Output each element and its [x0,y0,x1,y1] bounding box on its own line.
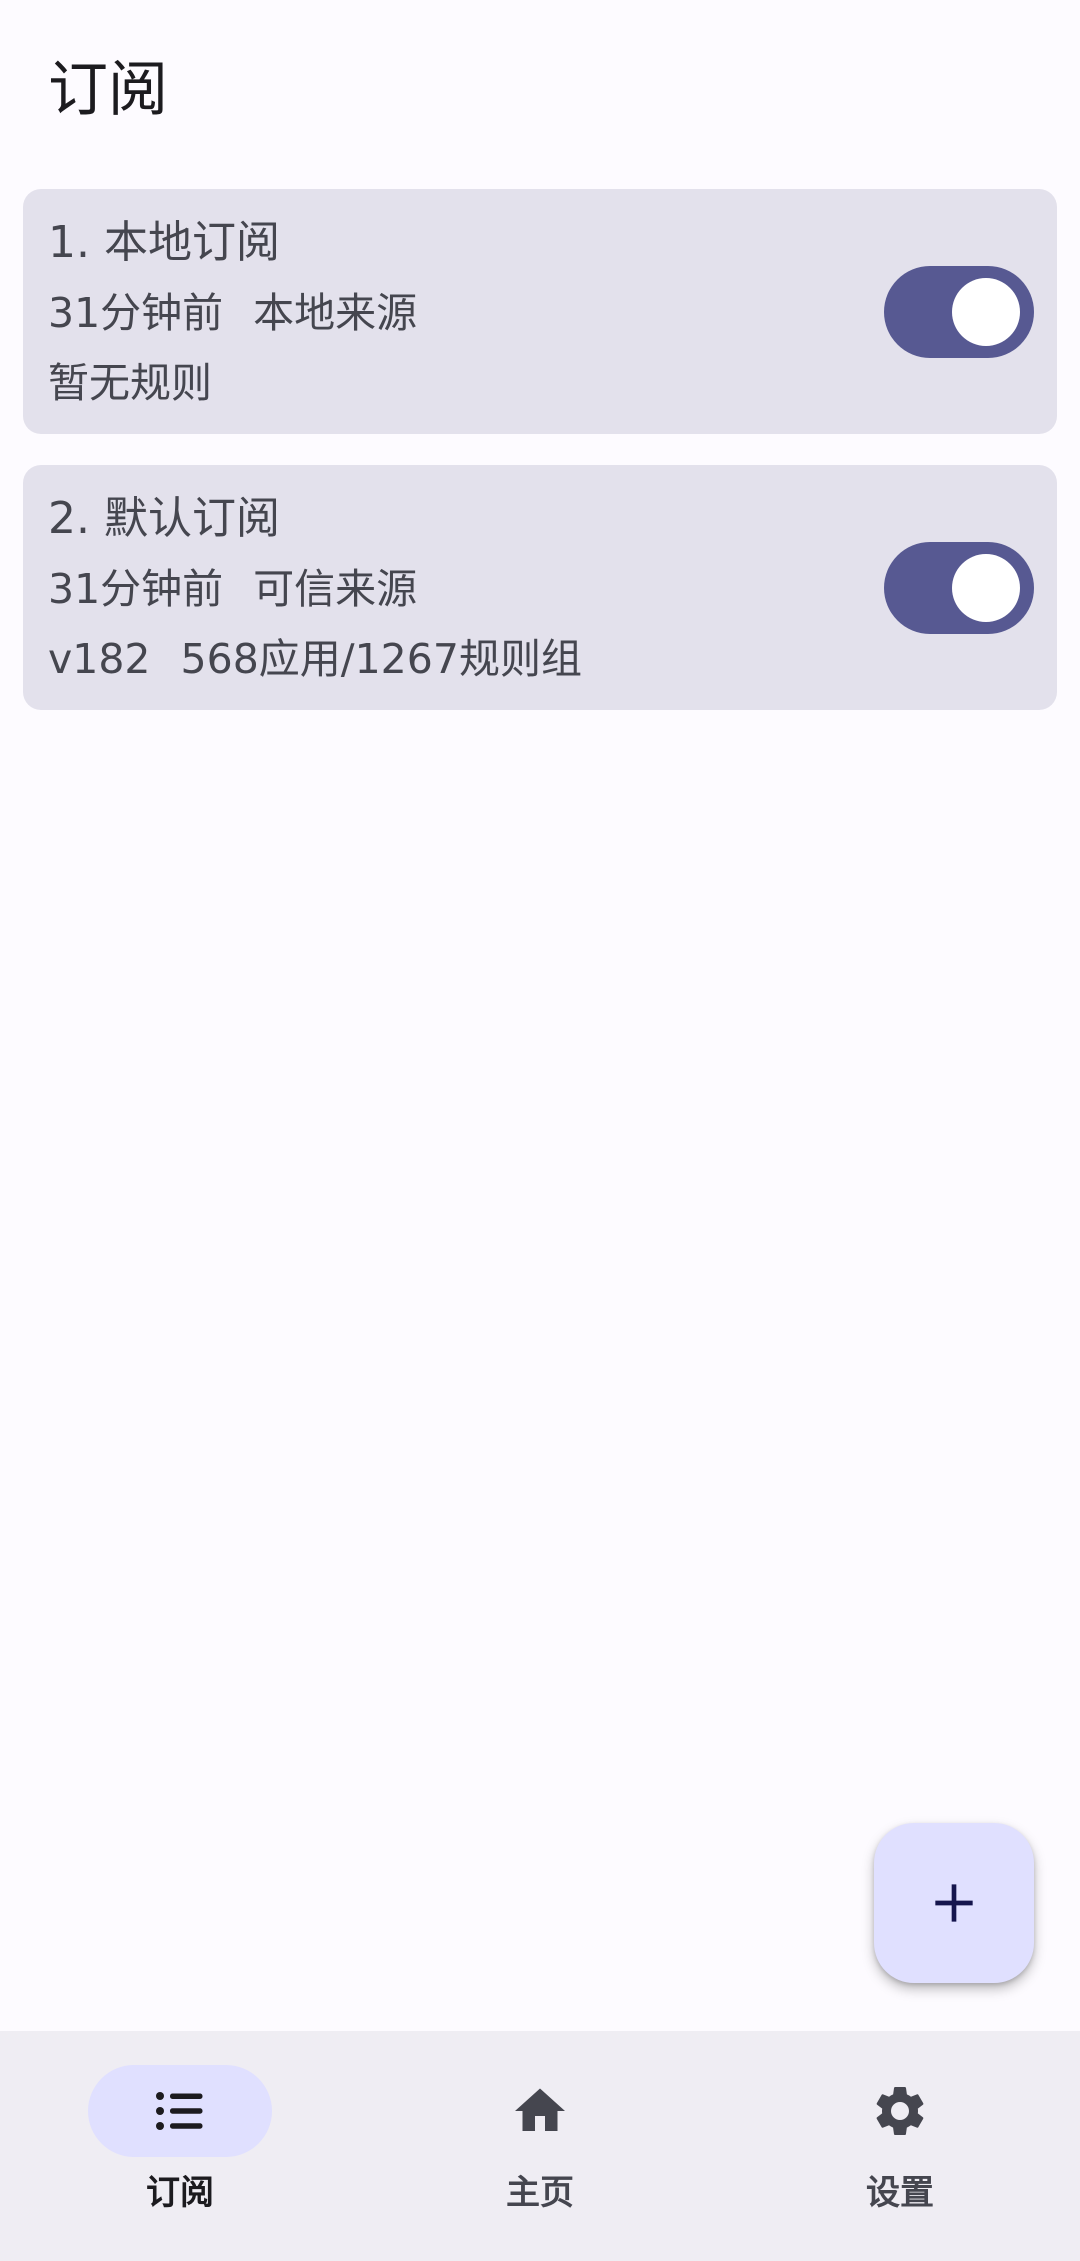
plus-icon [935,1884,973,1922]
bottom-navigation: 订阅 主页 设置 [0,2031,1080,2261]
switch-knob [952,278,1020,346]
subscription-info: v182 568应用/1267规则组 [48,631,582,687]
list-icon [156,2092,203,2130]
nav-active-indicator [88,2065,272,2157]
subscription-meta: 31分钟前 本地来源 [48,285,417,341]
home-icon [515,2088,565,2131]
subscription-source: 可信来源 [253,565,418,613]
nav-label: 订阅 [146,2173,214,2213]
switch-knob [952,554,1020,622]
nav-label: 设置 [866,2173,934,2213]
subscription-card-default[interactable]: 2. 默认订阅 31分钟前 可信来源 v182 568应用/1267规则组 [23,465,1057,710]
gear-icon [876,2087,924,2135]
nav-item-subscription[interactable]: 订阅 [0,2031,360,2261]
page-title: 订阅 [48,55,168,125]
subscription-title: 1. 本地订阅 [48,217,280,268]
subscription-enable-switch[interactable] [884,542,1034,634]
subscription-title: 2. 默认订阅 [48,493,280,544]
subscription-info: 暂无规则 [48,359,212,407]
subscription-card-local[interactable]: 1. 本地订阅 31分钟前 本地来源 暂无规则 [23,189,1057,434]
subscription-enable-switch[interactable] [884,266,1034,358]
nav-item-home[interactable]: 主页 [360,2031,720,2261]
subscription-source: 本地来源 [253,289,418,337]
subscription-update-time: 31分钟前 [48,289,224,337]
subscription-page: 订阅 1. 本地订阅 31分钟前 本地来源 暂无规则 2. 默认订阅 31分钟前可… [0,0,1080,2261]
subscription-list: 1. 本地订阅 31分钟前 本地来源 暂无规则 2. 默认订阅 31分钟前 可信来源… [23,189,1057,741]
subscription-stats: 568应用/1267规则组 [180,635,582,683]
subscription-version: v182 [48,635,151,683]
subscription-update-time: 31分钟前 [48,565,224,613]
nav-label: 主页 [506,2173,574,2213]
subscription-meta: 31分钟前 可信来源 [48,561,417,617]
nav-item-settings[interactable]: 设置 [720,2031,1080,2261]
add-subscription-button[interactable] [874,1823,1034,1983]
